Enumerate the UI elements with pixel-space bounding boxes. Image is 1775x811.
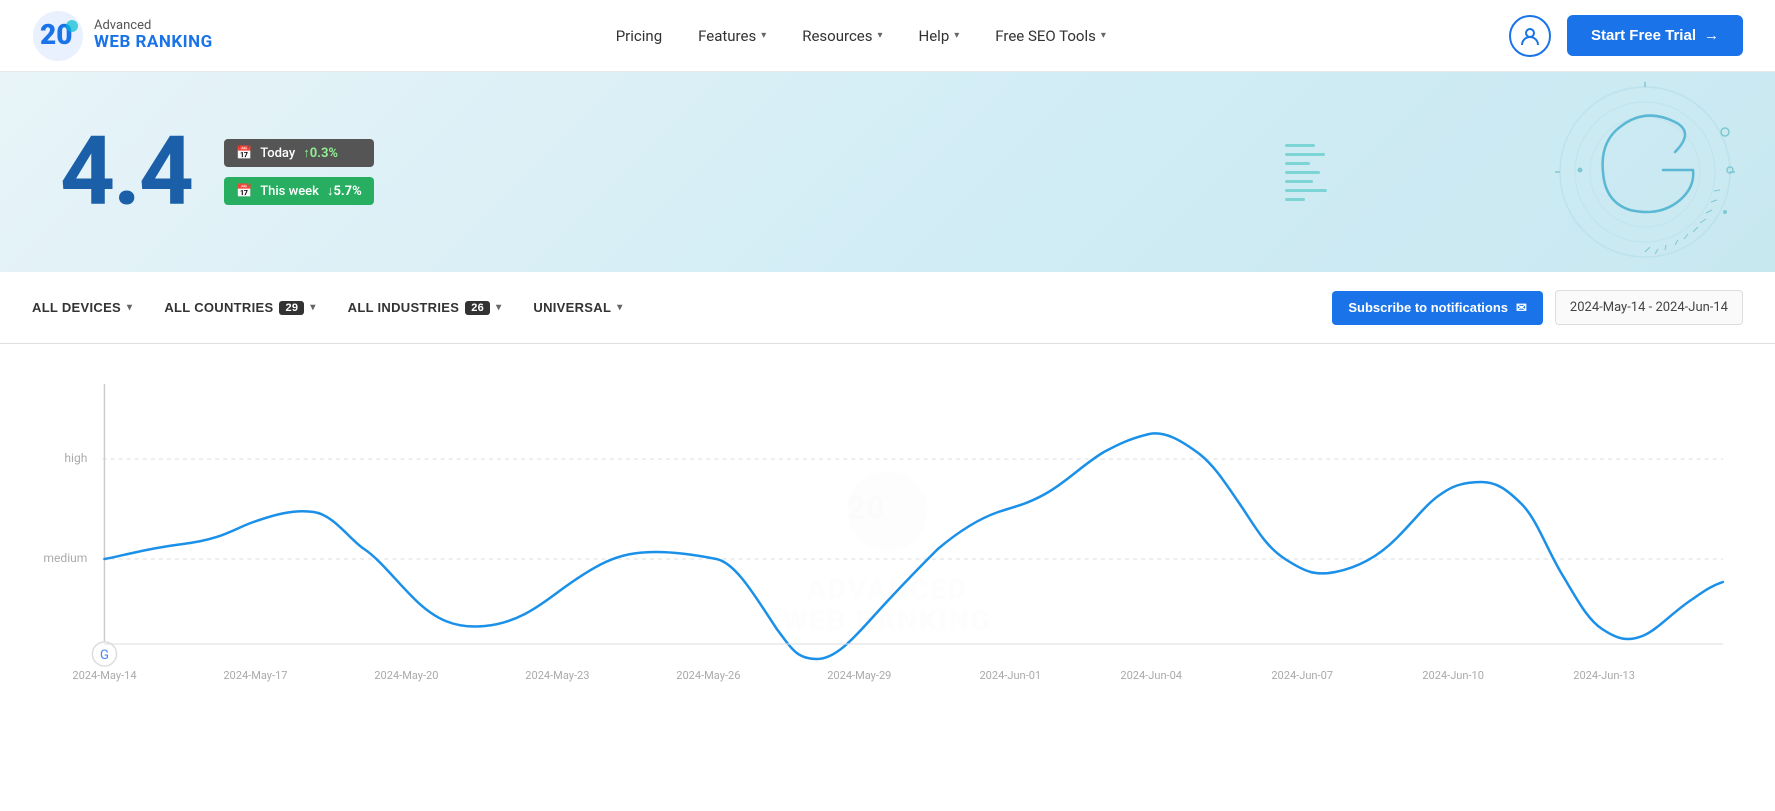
logo-advanced-text: Advanced [94,19,213,33]
start-trial-button[interactable]: Start Free Trial → [1567,15,1743,56]
all-countries-filter[interactable]: ALL COUNTRIES 29 ▾ [164,300,315,315]
calendar-icon: 📅 [236,146,252,161]
chevron-down-icon: ▾ [617,302,622,313]
nav-features[interactable]: Features ▾ [698,27,766,45]
chevron-down-icon: ▾ [761,30,766,41]
svg-text:2024-May-29: 2024-May-29 [827,669,891,682]
score-value: 4.4 [60,124,192,220]
logo-link[interactable]: 20 Advanced WEB RANKING [32,10,213,62]
all-devices-filter[interactable]: ALL DEVICES ▾ [32,300,132,315]
subscribe-notifications-button[interactable]: Subscribe to notifications ✉ [1332,291,1543,325]
user-avatar-button[interactable] [1509,15,1551,57]
today-change: ↑0.3% [303,145,338,161]
svg-text:2024-May-14: 2024-May-14 [72,669,136,682]
nav-pricing[interactable]: Pricing [616,27,662,45]
svg-text:high: high [64,451,87,465]
week-change: ↓5.7% [327,183,362,199]
arrow-right-icon: → [1704,27,1719,44]
score-badges: 📅 Today ↑0.3% 📅 This week ↓5.7% [224,139,374,205]
nav-free-seo-tools[interactable]: Free SEO Tools ▾ [995,27,1106,45]
google-circle-decoration [1415,82,1755,262]
svg-text:2024-May-17: 2024-May-17 [223,669,287,682]
chart-area: 20 AdvancedWEB RANKING high medium G [0,344,1775,754]
svg-text:medium: medium [43,551,87,565]
chevron-down-icon: ▾ [1101,30,1106,41]
chevron-down-icon: ▾ [310,302,315,313]
svg-text:2024-May-26: 2024-May-26 [676,669,740,682]
week-badge[interactable]: 📅 This week ↓5.7% [224,177,374,205]
svg-text:2024-May-20: 2024-May-20 [374,669,438,682]
week-label: This week [260,184,319,199]
calendar-week-icon: 📅 [236,184,252,199]
nav-right: Start Free Trial → [1509,15,1743,57]
filter-left: ALL DEVICES ▾ ALL COUNTRIES 29 ▾ ALL IND… [32,300,623,315]
chevron-down-icon: ▾ [127,302,132,313]
svg-text:2024-May-23: 2024-May-23 [525,669,589,682]
deco-lines [1275,72,1335,272]
navbar: 20 Advanced WEB RANKING Pricing Features… [0,0,1775,72]
chevron-down-icon: ▾ [496,302,501,313]
date-range-picker[interactable]: 2024-May-14 - 2024-Jun-14 [1555,290,1743,325]
svg-text:2024-Jun-01: 2024-Jun-01 [979,669,1041,682]
hero-left: 4.4 📅 Today ↑0.3% 📅 This week ↓5.7% [60,124,374,220]
trend-chart: high medium G 2024-May-14 2024-May-17 20… [32,364,1743,684]
countries-count-badge: 29 [279,301,304,315]
svg-text:2024-Jun-04: 2024-Jun-04 [1120,669,1182,682]
logo-icon: 20 [32,10,84,62]
mail-icon: ✉ [1516,300,1527,316]
svg-text:2024-Jun-13: 2024-Jun-13 [1573,669,1635,682]
hero-decoration [1275,72,1775,272]
svg-text:2024-Jun-10: 2024-Jun-10 [1422,669,1484,682]
universal-filter[interactable]: UNIVERSAL ▾ [533,300,622,315]
today-label: Today [260,146,295,161]
chevron-down-icon: ▾ [954,30,959,41]
chevron-down-icon: ▾ [878,30,883,41]
today-badge[interactable]: 📅 Today ↑0.3% [224,139,374,167]
chart-container: 20 AdvancedWEB RANKING high medium G [32,364,1743,724]
nav-links: Pricing Features ▾ Resources ▾ Help ▾ Fr… [616,27,1106,45]
filter-right: Subscribe to notifications ✉ 2024-May-14… [1332,290,1743,325]
hero-banner: 4.4 📅 Today ↑0.3% 📅 This week ↓5.7% [0,72,1775,272]
user-icon [1519,25,1541,47]
nav-resources[interactable]: Resources ▾ [802,27,882,45]
all-industries-filter[interactable]: ALL INDUSTRIES 26 ▾ [348,300,502,315]
svg-text:G: G [100,648,109,663]
nav-help[interactable]: Help ▾ [919,27,960,45]
logo-awr-text: WEB RANKING [94,33,213,52]
industries-count-badge: 26 [465,301,490,315]
svg-text:2024-Jun-07: 2024-Jun-07 [1271,669,1333,682]
filter-bar: ALL DEVICES ▾ ALL COUNTRIES 29 ▾ ALL IND… [0,272,1775,344]
